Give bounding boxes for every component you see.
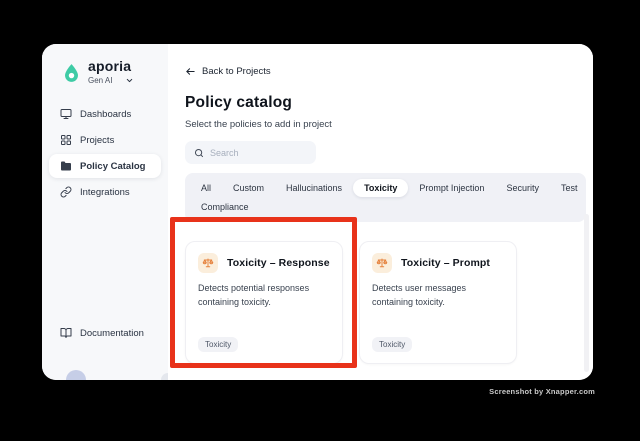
search-icon bbox=[194, 148, 204, 158]
page-title: Policy catalog bbox=[185, 94, 293, 111]
sidebar-item-dashboards[interactable]: Dashboards bbox=[49, 102, 161, 126]
sidebar-item-label: Projects bbox=[80, 134, 115, 146]
sidebar-item-documentation[interactable]: Documentation bbox=[49, 321, 161, 345]
link-icon bbox=[60, 186, 72, 198]
search-input[interactable] bbox=[210, 147, 307, 158]
workspace-name: Gen AI bbox=[88, 76, 113, 85]
watermark-text: Screenshot by Xnapper.com bbox=[489, 387, 595, 396]
screenshot-background: aporia Gen AI Dashboards Projects Policy… bbox=[0, 0, 640, 441]
sidebar-item-label: Dashboards bbox=[80, 108, 132, 120]
card-title: Toxicity – Prompt bbox=[401, 257, 491, 269]
card-tag-toxicity: Toxicity bbox=[372, 337, 413, 352]
sidebar-item-integrations[interactable]: Integrations bbox=[49, 180, 161, 204]
monitor-icon bbox=[60, 108, 72, 120]
scales-icon bbox=[372, 253, 392, 273]
main-content: Back to Projects Policy catalog Select t… bbox=[168, 44, 593, 380]
tab-security[interactable]: Security bbox=[495, 179, 550, 197]
tab-custom[interactable]: Custom bbox=[222, 179, 275, 197]
avatar[interactable] bbox=[66, 370, 86, 380]
tab-test[interactable]: Test bbox=[550, 179, 589, 197]
sidebar-item-policy-catalog[interactable]: Policy Catalog bbox=[49, 154, 161, 178]
tab-prompt-injection[interactable]: Prompt Injection bbox=[408, 179, 495, 197]
sidebar-item-label: Documentation bbox=[80, 327, 144, 339]
sidebar-item-label: Integrations bbox=[80, 186, 130, 198]
book-icon bbox=[60, 327, 72, 339]
brand-name: aporia bbox=[88, 58, 132, 74]
tab-topics[interactable]: Topics bbox=[588, 179, 593, 197]
aporia-logo-icon bbox=[61, 61, 82, 85]
card-title: Toxicity – Response bbox=[227, 257, 330, 269]
sidebar-item-label: Policy Catalog bbox=[80, 160, 146, 172]
app-window: aporia Gen AI Dashboards Projects Policy… bbox=[42, 44, 593, 380]
back-to-projects-link[interactable]: Back to Projects bbox=[185, 66, 271, 77]
policy-category-tabs: All Custom Hallucinations Toxicity Promp… bbox=[185, 173, 586, 222]
policy-card-toxicity-response[interactable]: Toxicity – Response Detects potential re… bbox=[185, 241, 343, 364]
sidebar: aporia Gen AI Dashboards Projects Policy… bbox=[42, 44, 175, 380]
card-description: Detects potential responses containing t… bbox=[198, 283, 310, 307]
chevron-down-icon[interactable] bbox=[125, 76, 134, 85]
policy-card-toxicity-prompt[interactable]: Toxicity – Prompt Detects user messages … bbox=[359, 241, 517, 364]
folder-icon bbox=[60, 160, 72, 172]
scrollbar[interactable] bbox=[584, 214, 589, 372]
page-subtitle: Select the policies to add in project bbox=[185, 119, 332, 130]
tab-hallucinations[interactable]: Hallucinations bbox=[275, 179, 353, 197]
tab-compliance[interactable]: Compliance bbox=[190, 198, 260, 216]
card-tag-toxicity: Toxicity bbox=[198, 337, 239, 352]
sidebar-item-projects[interactable]: Projects bbox=[49, 128, 161, 152]
tab-all[interactable]: All bbox=[190, 179, 222, 197]
card-description: Detects user messages containing toxicit… bbox=[372, 283, 467, 307]
policy-cards: Toxicity – Response Detects potential re… bbox=[185, 241, 593, 364]
tab-toxicity[interactable]: Toxicity bbox=[353, 179, 409, 197]
search-box[interactable] bbox=[185, 141, 316, 164]
back-link-label: Back to Projects bbox=[202, 66, 271, 77]
grid-icon bbox=[60, 134, 72, 146]
scales-icon bbox=[198, 253, 218, 273]
sidebar-menu: Dashboards Projects Policy Catalog Integ… bbox=[42, 101, 168, 205]
arrow-left-icon bbox=[185, 66, 196, 77]
brand-block[interactable]: aporia Gen AI bbox=[42, 59, 168, 85]
